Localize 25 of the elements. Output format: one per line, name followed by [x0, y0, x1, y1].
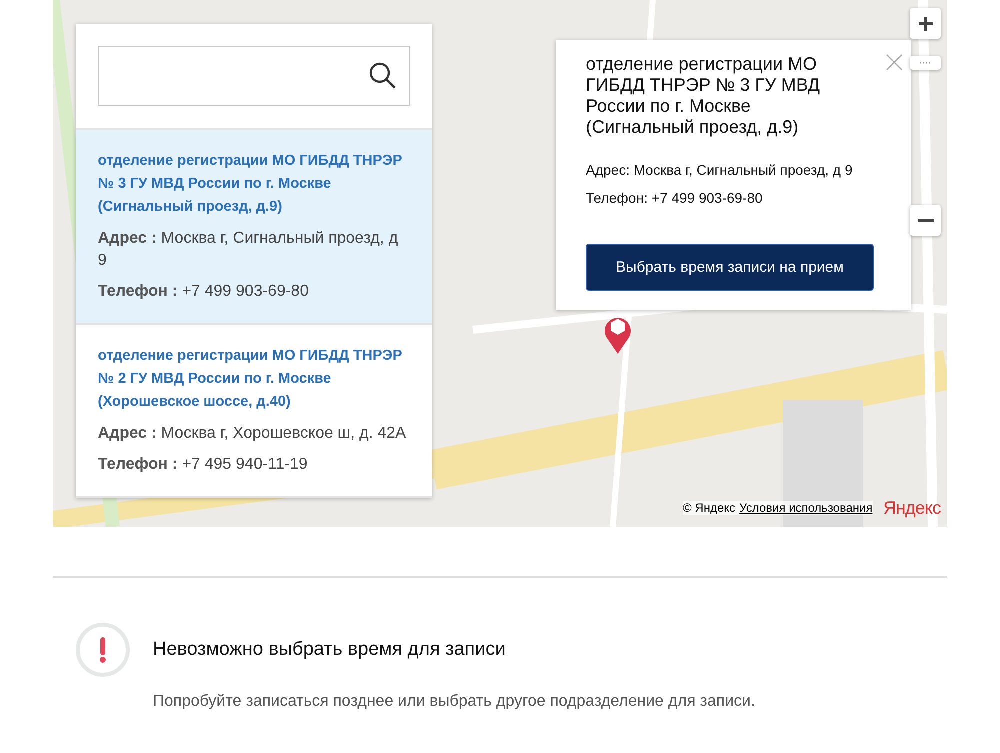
notice-title: Невозможно выбрать время для записи	[153, 639, 507, 661]
result-phone: Телефон : +7 499 903-69-80	[98, 282, 310, 302]
zoom-in-button[interactable]	[910, 8, 941, 39]
popup-phone: Телефон: +7 499 903-69-80	[586, 190, 764, 206]
map-logo: Яндекс	[883, 498, 941, 519]
popup-title: отделение регистрации МО ГИБДД ТНРЭР № 3 ГУ МВД России по г. Москве (Сигнальный проезд, д.9)	[586, 54, 822, 138]
terms-link[interactable]: Условия использования	[740, 501, 873, 515]
search-field[interactable]	[98, 46, 410, 106]
popup-address: Адрес: Москва г, Сигнальный проезд, д 9	[586, 162, 854, 178]
zoom-ruler-handle[interactable]	[910, 56, 941, 70]
plus-icon	[918, 16, 934, 32]
minus-icon	[918, 218, 934, 222]
notice-message: Попробуйте записаться позднее или выбрать другое подразделение для записи.	[153, 693, 756, 711]
result-phone: Телефон : +7 495 940-11-19	[98, 455, 309, 475]
map-attribution: © Яндекс	[683, 501, 736, 515]
result-item[interactable]: отделение регистрации МО ГИБДД ТНРЭР № 3 ГУ МВД России по г. Москве (Сигнальный проезд, д.9) Адрес : Москва г, Сигнальный проезд, д 9 Телефон : +7 499 903-69-80	[76, 130, 432, 325]
result-title-link[interactable]: отделение регистрации МО ГИБДД ТНРЭР № 2 ГУ МВД России по г. Москве (Хорошевское шоссе, д.40)	[98, 345, 410, 414]
book-time-button[interactable]: Выбрать время записи на прием	[586, 244, 874, 291]
zoom-out-button[interactable]	[910, 205, 941, 236]
result-title-link[interactable]: отделение регистрации МО ГИБДД ТНРЭР № 3 ГУ МВД России по г. Москве (Сигнальный проезд, д.9)	[98, 150, 410, 219]
search-icon[interactable]	[369, 62, 397, 90]
alert-icon	[76, 623, 130, 677]
result-address: Адрес : Москва г, Сигнальный проезд, д 9	[98, 229, 400, 271]
result-item[interactable]: отделение регистрации МО ГИБДД ТНРЭР № 2 ГУ МВД России по г. Москве (Хорошевское шоссе, д.40) Адрес : Москва г, Хорошевское ш, д. 42А Телефон : +7 495 940-11-19	[76, 325, 432, 498]
result-address: Адрес : Москва г, Хорошевское ш, д. 42А	[98, 424, 408, 444]
